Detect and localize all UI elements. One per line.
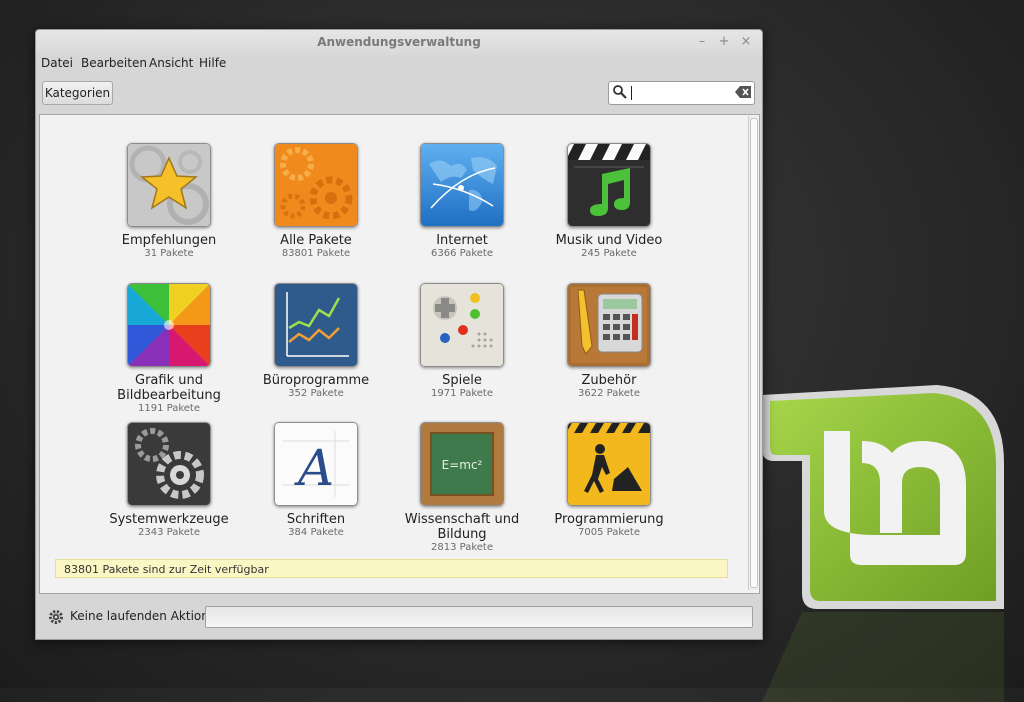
title-bar[interactable]: Anwendungsverwaltung – + ×: [36, 30, 762, 55]
logo-reflection: [762, 612, 1004, 702]
gear-icon: [49, 610, 63, 624]
search-icon: [613, 85, 627, 99]
scrollbar-thumb[interactable]: [750, 118, 758, 588]
linux-mint-logo: [762, 385, 1004, 609]
category-wissenschaft-und-bildung[interactable]: E=mc² Wissenschaft und Bildung 2813 Pake…: [392, 422, 532, 554]
category-name: Schriften: [286, 512, 346, 527]
category-count: 384 Pakete: [288, 527, 344, 538]
category-name: Programmierung: [554, 512, 664, 527]
globe-network-icon: [420, 143, 504, 227]
category-name: Wissenschaft und Bildung: [404, 512, 520, 542]
category-count: 7005 Pakete: [578, 527, 640, 538]
menu-bearbeiten[interactable]: Bearbeiten: [81, 56, 147, 70]
star-gears-icon: [127, 143, 211, 227]
search-input[interactable]: [633, 84, 731, 100]
menu-bar: Datei Bearbeiten Ansicht Hilfe: [36, 55, 762, 73]
maximize-button[interactable]: +: [717, 34, 731, 49]
svg-text:A: A: [294, 439, 334, 497]
category-name: Grafik und Bildbearbeitung: [117, 373, 221, 403]
font-letter-icon: A: [274, 422, 358, 506]
orange-gears-icon: [274, 143, 358, 227]
category-internet[interactable]: Internet 6366 Pakete: [392, 143, 532, 260]
construction-sign-icon: [567, 422, 651, 506]
category-spiele[interactable]: Spiele 1971 Pakete: [392, 283, 532, 400]
category-count: 2813 Pakete: [431, 542, 493, 553]
category-schriften[interactable]: A Schriften 384 Pakete: [246, 422, 386, 539]
categories-view: Empfehlungen 31 Pakete Alle Pakete 83801…: [39, 114, 760, 594]
svg-text:E=mc²: E=mc²: [442, 458, 483, 472]
minimize-button[interactable]: –: [695, 34, 709, 49]
category-name: Zubehör: [581, 373, 637, 388]
category-alle-pakete[interactable]: Alle Pakete 83801 Pakete: [246, 143, 386, 260]
menu-datei[interactable]: Datei: [41, 56, 73, 70]
category-name: Alle Pakete: [280, 233, 352, 248]
category-empfehlungen[interactable]: Empfehlungen 31 Pakete: [99, 143, 239, 260]
category-name: Systemwerkzeuge: [109, 512, 229, 527]
color-wheel-icon: [127, 283, 211, 367]
category-count: 31 Pakete: [144, 248, 194, 259]
category-systemwerkzeuge[interactable]: Systemwerkzeuge 2343 Pakete: [99, 422, 239, 539]
system-gears-icon: [127, 422, 211, 506]
status-bar: Keine laufenden Aktionen: [39, 599, 758, 633]
category-name: Spiele: [442, 373, 482, 388]
menu-hilfe[interactable]: Hilfe: [199, 56, 226, 70]
software-manager-window: Anwendungsverwaltung – + × Datei Bearbei…: [35, 29, 763, 640]
toolbar: Kategorien: [36, 74, 762, 110]
category-count: 352 Pakete: [288, 388, 344, 399]
category-name: Musik und Video: [555, 233, 663, 248]
category-bueroprogramme[interactable]: Büroprogramme 352 Pakete: [246, 283, 386, 400]
clear-search-icon[interactable]: [735, 86, 751, 98]
packages-available-notice: 83801 Pakete sind zur Zeit verfügbar: [55, 559, 728, 578]
line-chart-icon: [274, 283, 358, 367]
chalkboard-icon: E=mc²: [420, 422, 504, 506]
menu-ansicht[interactable]: Ansicht: [149, 56, 193, 70]
search-box[interactable]: [608, 81, 755, 105]
close-button[interactable]: ×: [739, 34, 753, 49]
category-zubehoer[interactable]: Zubehör 3622 Pakete: [539, 283, 679, 400]
vertical-scrollbar[interactable]: [748, 116, 758, 590]
category-count: 245 Pakete: [581, 248, 637, 259]
category-name: Empfehlungen: [121, 233, 217, 248]
category-programmierung[interactable]: Programmierung 7005 Pakete: [539, 422, 679, 539]
window-title: Anwendungsverwaltung: [317, 35, 481, 49]
category-count: 2343 Pakete: [138, 527, 200, 538]
category-count: 3622 Pakete: [578, 388, 640, 399]
clapper-music-icon: [567, 143, 651, 227]
category-count: 6366 Pakete: [431, 248, 493, 259]
category-grafik-und-bildbearbeitung[interactable]: Grafik und Bildbearbeitung 1191 Pakete: [99, 283, 239, 415]
category-musik-und-video[interactable]: Musik und Video 245 Pakete: [539, 143, 679, 260]
category-name: Internet: [436, 233, 488, 248]
categories-button[interactable]: Kategorien: [42, 81, 113, 105]
calculator-icon: [567, 283, 651, 367]
category-count: 1191 Pakete: [138, 403, 200, 414]
text-cursor: [631, 86, 632, 100]
gamepad-icon: [420, 283, 504, 367]
category-count: 1971 Pakete: [431, 388, 493, 399]
status-text: Keine laufenden Aktionen: [70, 609, 224, 623]
category-count: 83801 Pakete: [281, 248, 351, 259]
progress-bar: [205, 606, 753, 628]
category-name: Büroprogramme: [262, 373, 370, 388]
